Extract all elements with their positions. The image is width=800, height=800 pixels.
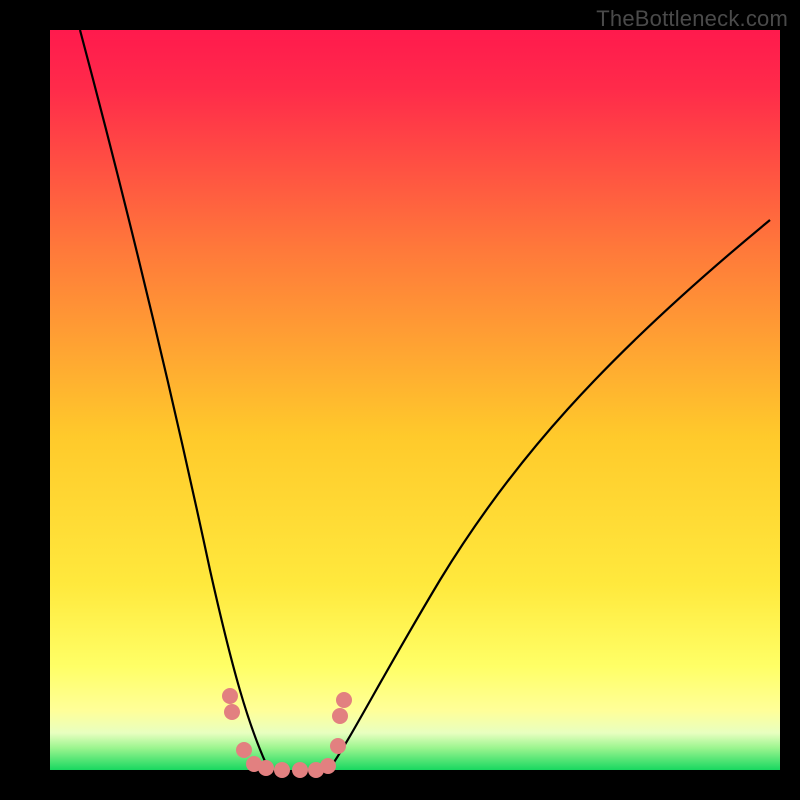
trough-dot	[222, 688, 238, 704]
trough-dot	[332, 708, 348, 724]
bottleneck-chart	[0, 0, 800, 800]
trough-dot	[336, 692, 352, 708]
watermark-text: TheBottleneck.com	[596, 6, 788, 32]
trough-dot	[258, 760, 274, 776]
trough-dot	[236, 742, 252, 758]
chart-container: TheBottleneck.com	[0, 0, 800, 800]
trough-dot	[320, 758, 336, 774]
trough-dot	[292, 762, 308, 778]
trough-dot	[224, 704, 240, 720]
plot-background	[50, 30, 780, 770]
trough-dot	[330, 738, 346, 754]
trough-dot	[274, 762, 290, 778]
